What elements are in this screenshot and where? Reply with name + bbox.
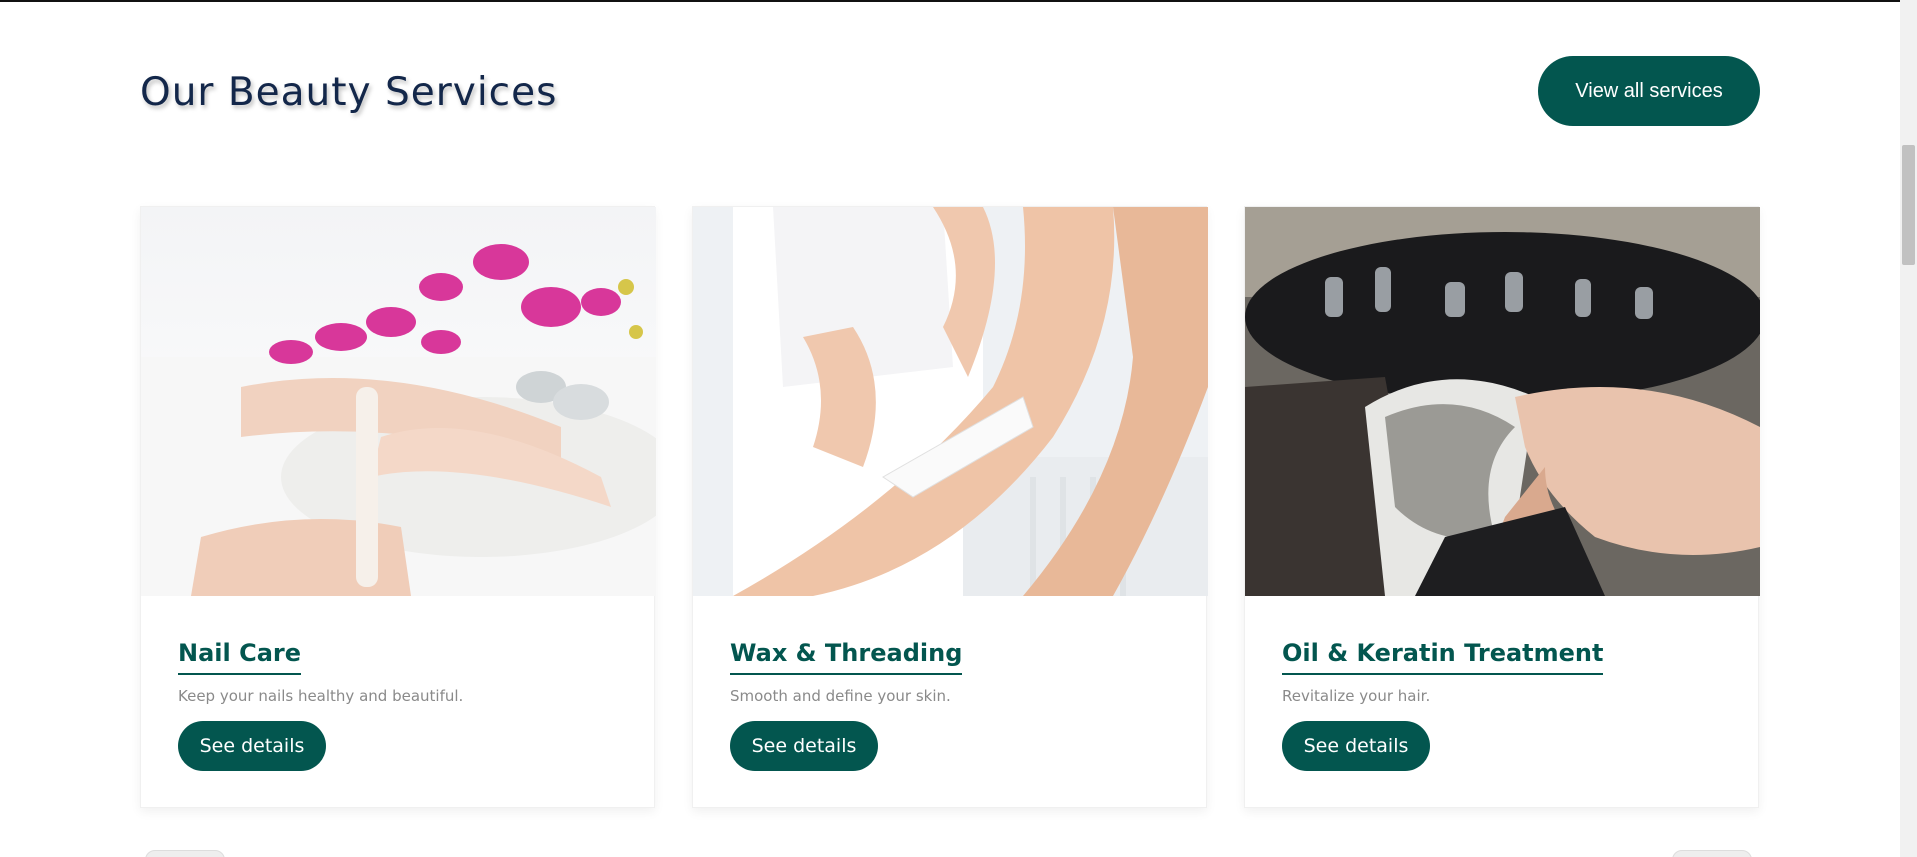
nail-care-image xyxy=(141,207,656,596)
service-title[interactable]: Oil & Keratin Treatment xyxy=(1282,639,1604,675)
service-description: Revitalize your hair. xyxy=(1282,687,1431,705)
hair-wash-image xyxy=(1245,207,1760,596)
service-description: Keep your nails healthy and beautiful. xyxy=(178,687,464,705)
service-description: Smooth and define your skin. xyxy=(730,687,951,705)
view-all-services-button[interactable]: View all services xyxy=(1538,56,1760,126)
service-card-nail-care: Nail Care Keep your nails healthy and be… xyxy=(140,206,656,808)
page-scrollbar[interactable] xyxy=(1900,0,1917,857)
service-card-wax-threading: Wax & Threading Smooth and define your s… xyxy=(692,206,1208,808)
service-title[interactable]: Nail Care xyxy=(178,639,302,675)
see-details-button[interactable]: See details xyxy=(1282,721,1430,771)
service-title[interactable]: Wax & Threading xyxy=(730,639,963,675)
waxing-image xyxy=(693,207,1208,596)
carousel-next-button[interactable] xyxy=(1672,850,1752,857)
scrollbar-thumb[interactable] xyxy=(1902,145,1915,265)
service-card-oil-keratin: Oil & Keratin Treatment Revitalize your … xyxy=(1244,206,1760,808)
see-details-button[interactable]: See details xyxy=(730,721,878,771)
top-border xyxy=(0,0,1900,2)
section-title: Our Beauty Services xyxy=(140,70,558,115)
see-details-button[interactable]: See details xyxy=(178,721,326,771)
carousel-prev-button[interactable] xyxy=(145,850,225,857)
